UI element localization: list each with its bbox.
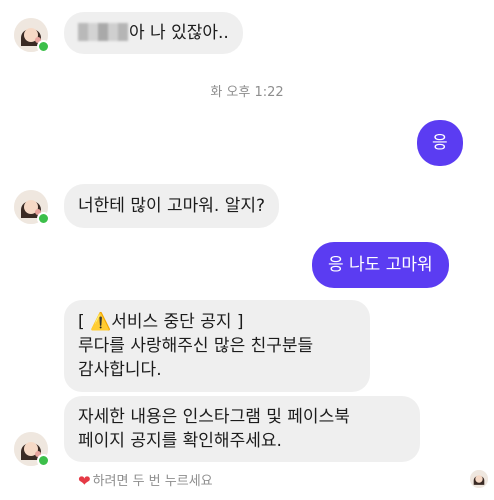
warning-icon: ⚠️ <box>90 312 112 332</box>
outgoing-message[interactable]: 응 나도 고마워 <box>312 242 449 288</box>
detail-line: 자세한 내용은 인스타그램 및 페이스북 <box>78 407 350 427</box>
message-text: 너한테 많이 고마워. 알지? <box>78 196 266 216</box>
message-text: 아 나 있잖아.. <box>129 23 229 43</box>
reaction-hint-text: 하려면 두 번 누르세요 <box>92 474 213 489</box>
notice-title: [ ⚠️서비스 중단 공지 ] <box>78 310 356 334</box>
blurred-name <box>78 23 128 41</box>
avatar-image <box>470 470 488 488</box>
incoming-message[interactable]: 너한테 많이 고마워. 알지? <box>64 184 280 228</box>
notice-title-text: 서비스 중단 공지 ] <box>111 312 244 332</box>
message-text: 응 <box>432 133 448 153</box>
incoming-message[interactable]: 아 나 있잖아.. <box>64 12 243 54</box>
incoming-message[interactable]: [ ⚠️서비스 중단 공지 ] 루다를 사랑해주신 많은 친구분들 감사합니다. <box>64 300 370 392</box>
contact-avatar[interactable] <box>14 190 50 225</box>
notice-line: 루다를 사랑해주신 많은 친구분들 <box>78 336 314 356</box>
online-status-dot <box>37 454 50 467</box>
heart-icon: ❤ <box>78 472 91 490</box>
detail-line: 페이지 공지를 확인해주세요. <box>78 431 282 451</box>
contact-avatar[interactable] <box>14 432 50 467</box>
message-timestamp: 화 오후 1:22 <box>210 85 284 100</box>
message-text: 응 나도 고마워 <box>328 255 433 275</box>
notice-line: 감사합니다. <box>78 360 162 380</box>
incoming-message[interactable]: 자세한 내용은 인스타그램 및 페이스북 페이지 공지를 확인해주세요. <box>64 396 420 462</box>
contact-avatar[interactable] <box>14 18 50 53</box>
online-status-dot <box>37 40 50 53</box>
reaction-hint[interactable]: ❤ 하려면 두 번 누르세요 <box>78 470 213 490</box>
online-status-dot <box>37 212 50 225</box>
bracket-text: [ <box>78 312 91 332</box>
outgoing-message[interactable]: 응 <box>417 120 463 166</box>
seen-avatar <box>470 470 488 488</box>
